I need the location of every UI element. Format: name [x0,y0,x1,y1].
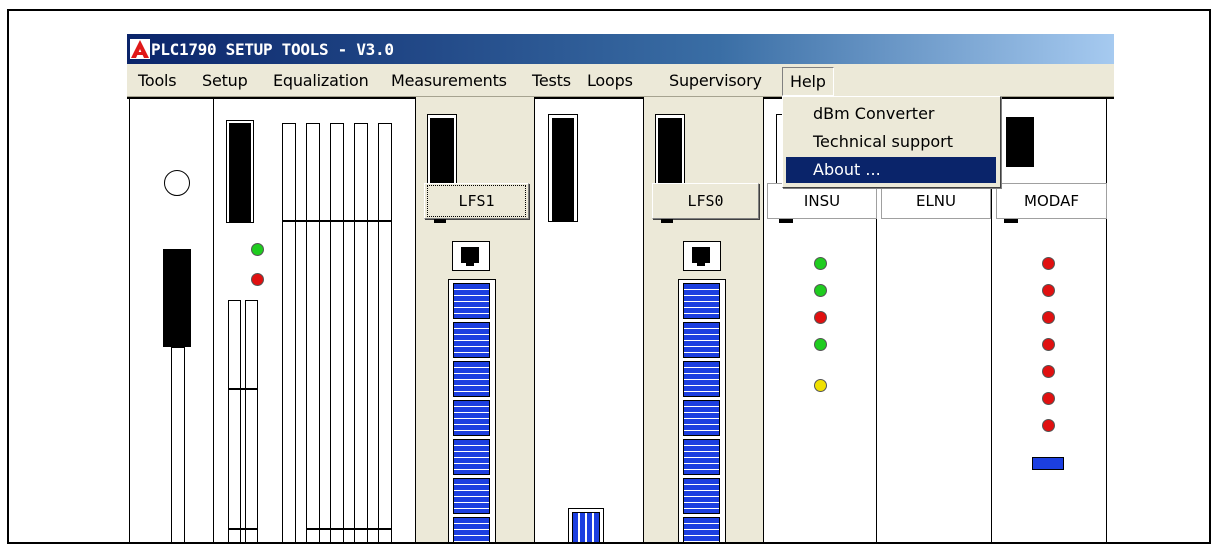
menu-tests[interactable]: Tests [532,71,571,90]
menu-item-technical-support[interactable]: Technical support [786,129,996,155]
module-slot [683,517,720,542]
rail-1 [228,300,241,542]
insu-led-red [814,311,827,324]
modaf-led-red [1042,365,1055,378]
card-lfs0-label: LFS0 [687,192,724,210]
menu-supervisory[interactable]: Supervisory [669,71,762,90]
module-slot [683,439,720,475]
menu-help[interactable]: Help [782,67,834,96]
modaf-led-red [1042,419,1055,432]
card-insu-label: INSU [803,192,841,210]
small-module-fill [572,512,600,542]
card-elnu-button[interactable]: ELNU [881,183,991,219]
menu-bar: Tools Setup Equalization Measurements Te… [127,64,1114,97]
connector-block [229,123,251,223]
small-module [568,508,604,542]
slot-modaf[interactable] [991,97,1106,542]
rail-7 [378,123,392,542]
module-slot [453,517,490,542]
card-lfs1-label: LFS1 [427,185,526,217]
modaf-led-red [1042,338,1055,351]
module-slot [453,361,490,397]
insu-led-green [814,338,827,351]
card-insu-button[interactable]: INSU [767,183,877,219]
module-slot [683,322,720,358]
modaf-led-red [1042,392,1055,405]
window-title: PLC1790 SETUP TOOLS - V3.0 [151,40,394,59]
insu-led-green [814,257,827,270]
rail-divider [228,388,258,390]
status-led-red [251,273,264,286]
slot-edge [1106,97,1114,542]
status-led-green [251,243,264,256]
slot-power[interactable] [129,97,214,542]
rail-divider [306,528,392,530]
insu-led-yellow [814,379,827,392]
module-slot [453,322,490,358]
lfs1-port-icon [452,241,490,271]
title-bar[interactable]: PLC1790 SETUP TOOLS - V3.0 [127,34,1114,64]
modaf-tab [1004,219,1018,223]
screenshot-frame: PLC1790 SETUP TOOLS - V3.0 Tools Setup E… [7,9,1211,544]
lfs0-port-icon [683,241,721,271]
card-modaf-label: MODAF [1024,192,1079,210]
module-slot [453,283,490,319]
power-block [163,249,191,347]
rail-5 [330,123,344,542]
help-dropdown-menu: dBm Converter Technical support About ..… [782,96,1001,188]
rail-6 [354,123,368,542]
rail-divider [282,220,392,222]
card-lfs1-button[interactable]: LFS1 [424,183,529,219]
slot-lfs1[interactable] [415,97,534,542]
lfs1-tab [434,219,446,223]
menu-item-about[interactable]: About ... [786,157,996,183]
menu-equalization[interactable]: Equalization [273,71,369,90]
slot-lfs0[interactable] [643,97,763,542]
app-logo-icon [130,39,150,59]
module-slot [453,400,490,436]
power-switch-icon[interactable] [164,170,190,196]
power-rail [171,347,185,542]
menu-item-dbm-converter[interactable]: dBm Converter [786,101,996,127]
lfs0-module-stack [678,279,726,542]
modaf-connector-block [1006,117,1034,167]
card-lfs0-button[interactable]: LFS0 [652,183,759,219]
insu-tab [779,219,793,223]
lfs0-tab [661,219,673,223]
menu-loops[interactable]: Loops [587,71,633,90]
menu-measurements[interactable]: Measurements [391,71,507,90]
menu-tools[interactable]: Tools [138,71,177,90]
empty-connector-block [552,118,574,222]
rail-4 [306,123,320,542]
module-slot [683,400,720,436]
module-slot [453,439,490,475]
slot-backplane[interactable] [213,97,415,542]
rail-2 [245,300,258,542]
rail-divider [228,528,258,530]
module-slot [453,478,490,514]
module-slot [683,361,720,397]
module-slot [683,283,720,319]
card-modaf-button[interactable]: MODAF [996,183,1107,219]
insu-led-green [814,284,827,297]
module-slot [683,478,720,514]
modaf-indicator [1032,457,1064,470]
modaf-led-red [1042,284,1055,297]
slot-empty[interactable] [534,97,643,542]
modaf-led-red [1042,311,1055,324]
modaf-led-red [1042,257,1055,270]
menu-setup[interactable]: Setup [202,71,248,90]
rail-3 [282,123,296,542]
card-elnu-label: ELNU [915,192,957,210]
lfs1-module-stack [448,279,496,542]
